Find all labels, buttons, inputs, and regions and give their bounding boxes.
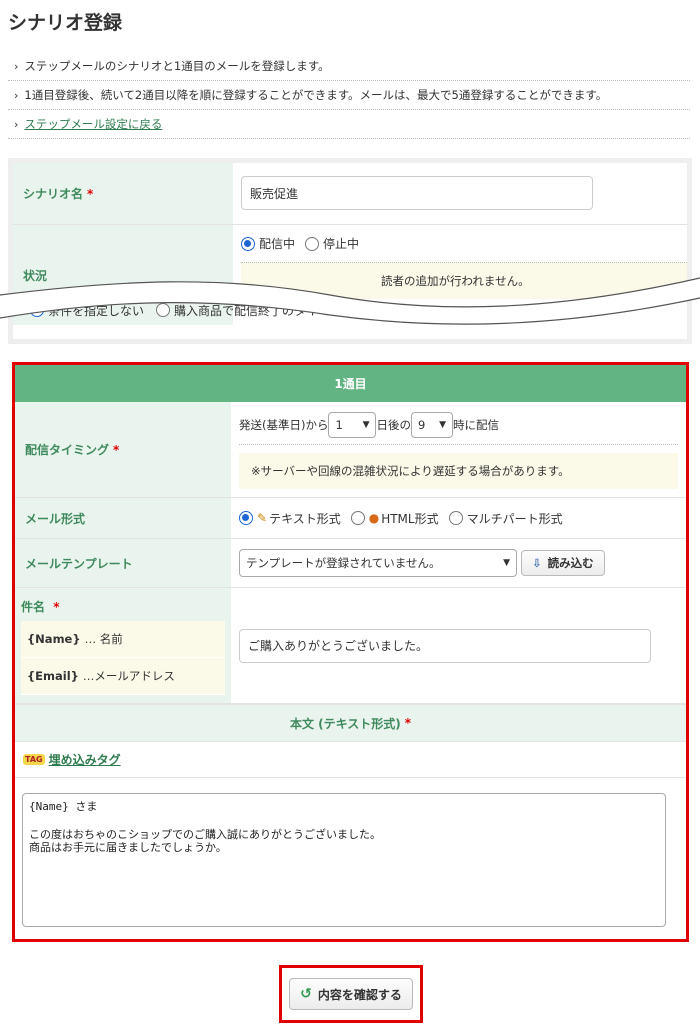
- chevron-down-icon: ▼: [503, 558, 510, 568]
- format-text-radio[interactable]: ✎ テキスト形式: [239, 510, 341, 527]
- tag-item: {Email} …メールアドレス: [21, 658, 225, 695]
- button-label: 読み込む: [547, 556, 594, 570]
- chevron-right-icon: ›: [14, 117, 19, 131]
- mail-section-header: 1通目: [15, 365, 686, 402]
- timing-hour-select[interactable]: 9 ▼: [410, 412, 453, 438]
- chevron-right-icon: ›: [14, 59, 19, 73]
- timing-label: 配信タイミング *: [15, 402, 231, 497]
- required-mark: *: [404, 716, 412, 730]
- note-text: ステップメールのシナリオと1通目のメールを登録します。: [24, 59, 330, 73]
- timing-controls: 発送(基準日)から 1 ▼ 日後の 9 ▼ 時に配信: [239, 412, 678, 445]
- note-item: › ステップメール設定に戻る: [8, 110, 690, 139]
- template-label: メールテンプレート: [15, 539, 231, 587]
- back-to-step-mail-link[interactable]: ステップメール設定に戻る: [24, 116, 162, 132]
- page-title: シナリオ登録: [8, 12, 123, 34]
- load-template-button[interactable]: ⇩ 読み込む: [521, 550, 605, 576]
- body-textarea[interactable]: {Name} さま この度はおちゃのこショップでのご購入誠にありがとうございまし…: [22, 793, 666, 927]
- pencil-icon: ✎: [257, 511, 268, 525]
- required-mark: *: [113, 442, 120, 457]
- label-text: メール形式: [25, 511, 86, 526]
- import-icon: ⇩: [532, 556, 542, 570]
- info-notes: › ステップメールのシナリオと1通目のメールを登録します。 › 1通目登録後、続…: [8, 52, 690, 139]
- embed-tag-row: TAG 埋め込みタグ: [15, 742, 686, 778]
- label-text: 件名: [21, 600, 46, 614]
- chevron-down-icon: ▼: [439, 420, 446, 430]
- label-text: シナリオ名: [23, 187, 84, 201]
- torn-page-divider: [0, 277, 700, 325]
- tag-icon: TAG: [23, 754, 45, 765]
- refresh-arrow-icon: ↺: [300, 986, 312, 1002]
- note-item: › ステップメールのシナリオと1通目のメールを登録します。: [8, 52, 690, 81]
- scenario-name-row: シナリオ名 * 販売促進: [13, 163, 687, 225]
- timing-mid-text: 日後の: [376, 418, 411, 432]
- button-label: 内容を確認する: [317, 987, 402, 1002]
- format-label: メール形式: [15, 498, 231, 538]
- label-text: メールテンプレート: [25, 556, 133, 571]
- template-row: メールテンプレート テンプレートが登録されていません。 ▼ ⇩ 読み込む: [15, 539, 686, 588]
- radio-label: テキスト形式: [269, 511, 341, 526]
- radio-label: 停止中: [323, 237, 360, 251]
- tag-description: … 名前: [84, 632, 123, 646]
- status-active-radio[interactable]: 配信中: [241, 235, 295, 252]
- radio-selected-icon: [239, 511, 253, 525]
- subject-label: 件名 *: [21, 598, 225, 615]
- required-mark: *: [53, 600, 60, 614]
- scenario-name-input[interactable]: 販売促進: [241, 176, 593, 210]
- label-text: 配信タイミング: [25, 443, 110, 457]
- subject-row: 件名 * {Name} … 名前 {Email} …メールアドレス ご購入ありが…: [15, 588, 686, 704]
- palette-icon: ●: [368, 511, 380, 525]
- first-mail-form: 1通目 配信タイミング * 発送(基準日)から 1 ▼ 日後の 9 ▼ 時に配信: [12, 362, 689, 942]
- format-html-radio[interactable]: ● HTML形式: [350, 510, 439, 527]
- status-radio-group: 配信中 停止中: [241, 235, 687, 252]
- radio-icon: [305, 236, 320, 251]
- template-select[interactable]: テンプレートが登録されていません。 ▼: [239, 549, 517, 577]
- select-value: 9: [417, 418, 426, 432]
- radio-label: HTML形式: [381, 511, 439, 526]
- radio-label: 配信中: [259, 237, 296, 251]
- format-row: メール形式 ✎ テキスト形式 ● HTML形式 マルチパート形式: [15, 498, 686, 539]
- timing-notice: ※サーバーや回線の混雑状況により遅延する場合があります。: [239, 453, 678, 489]
- chevron-right-icon: ›: [14, 88, 19, 102]
- confirm-button-highlight: ↺ 内容を確認する: [279, 965, 423, 1023]
- format-multipart-radio[interactable]: マルチパート形式: [448, 510, 563, 527]
- radio-label: マルチパート形式: [466, 511, 563, 526]
- label-text: 本文 (テキスト形式): [289, 716, 401, 731]
- tag-description: …メールアドレス: [82, 669, 175, 683]
- input-value: ご購入ありがとうございました。: [248, 639, 429, 653]
- timing-row: 配信タイミング * 発送(基準日)から 1 ▼ 日後の 9 ▼ 時に配信 ※サー…: [15, 402, 686, 498]
- select-value: テンプレートが登録されていません。: [246, 556, 441, 570]
- notice-text: ※サーバーや回線の混雑状況により遅延する場合があります。: [251, 464, 570, 478]
- radio-selected-icon: [241, 236, 255, 251]
- radio-icon: [448, 511, 463, 525]
- embed-tag-link[interactable]: 埋め込みタグ: [49, 751, 121, 768]
- body-label: 本文 (テキスト形式) *: [15, 704, 686, 742]
- timing-day-select[interactable]: 1 ▼: [328, 412, 377, 438]
- status-stopped-radio[interactable]: 停止中: [305, 235, 359, 252]
- format-radio-group: ✎ テキスト形式 ● HTML形式 マルチパート形式: [239, 510, 569, 527]
- timing-prefix-text: 発送(基準日)から: [239, 418, 329, 432]
- required-mark: *: [87, 186, 94, 201]
- subject-label-cell: 件名 * {Name} … 名前 {Email} …メールアドレス: [15, 588, 231, 703]
- subject-input[interactable]: ご購入ありがとうございました。: [239, 628, 651, 663]
- chevron-down-icon: ▼: [362, 420, 370, 430]
- tag-code: {Name}: [27, 632, 81, 646]
- confirm-button[interactable]: ↺ 内容を確認する: [289, 978, 413, 1010]
- select-value: 1: [335, 418, 343, 432]
- tag-item: {Name} … 名前: [21, 621, 225, 658]
- note-text: 1通目登録後、続いて2通目以降を順に登録することができます。メールは、最大で5通…: [24, 88, 608, 102]
- subject-tag-list: {Name} … 名前 {Email} …メールアドレス: [21, 621, 225, 695]
- scenario-name-label: シナリオ名 *: [13, 163, 233, 224]
- input-value: 販売促進: [250, 186, 299, 201]
- radio-icon: [350, 511, 365, 525]
- tag-code: {Email}: [27, 669, 79, 683]
- note-item: › 1通目登録後、続いて2通目以降を順に登録することができます。メールは、最大で…: [8, 81, 690, 110]
- timing-suffix-text: 時に配信: [452, 418, 499, 432]
